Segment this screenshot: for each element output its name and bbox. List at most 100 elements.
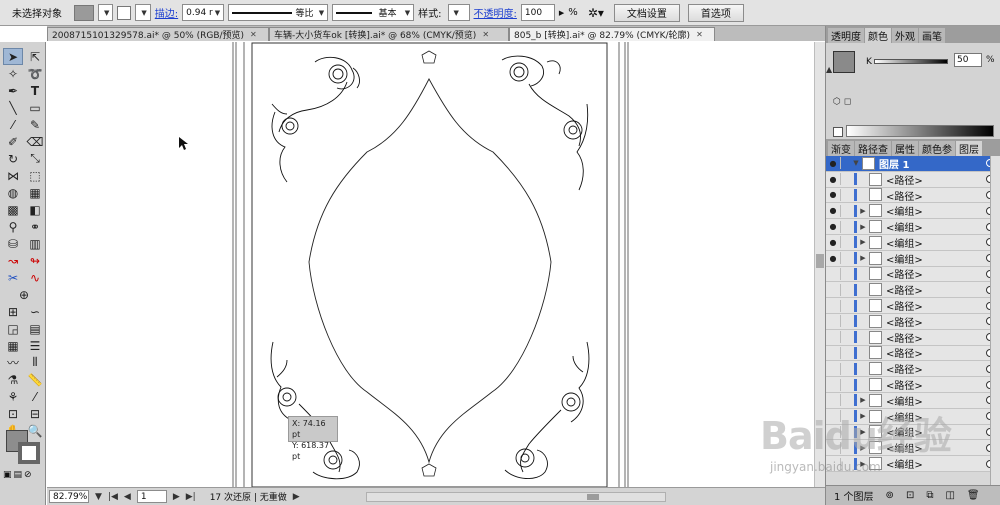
column-graph-icon[interactable]: ▥: [25, 235, 45, 252]
stroke-weight-field[interactable]: 0.94 r ▼: [182, 4, 225, 21]
lock-toggle[interactable]: [840, 394, 850, 407]
tab-pathfinder[interactable]: 路径查: [855, 141, 891, 156]
color-spectrum[interactable]: [846, 125, 994, 137]
visibility-eye-icon[interactable]: ●: [826, 190, 840, 199]
expand-triangle-icon[interactable]: ▶: [857, 254, 869, 262]
tab-transparency[interactable]: 透明度: [828, 28, 864, 43]
layer-row[interactable]: ▶ <编组>: [826, 392, 1000, 409]
expand-triangle-icon[interactable]: ▶: [857, 238, 869, 246]
tab-document-1[interactable]: 20087151013295​78.ai* @ 50% (RGB/预览) ✕: [47, 27, 269, 41]
locate-object-icon[interactable]: ⊚: [886, 490, 894, 501]
document-setup-button[interactable]: 文档设置: [613, 3, 680, 22]
recolor-icon[interactable]: ✲▾: [588, 6, 604, 20]
preferences-button[interactable]: 首选项: [687, 3, 744, 22]
layer-row[interactable]: <路径>: [826, 298, 1000, 314]
layer-row[interactable]: ▶ <编组>: [826, 424, 1000, 441]
free-transform-icon[interactable]: ⬚: [25, 167, 45, 184]
tab-attributes[interactable]: 属性: [892, 141, 918, 156]
expand-triangle-icon[interactable]: ▶: [857, 444, 869, 452]
expand-triangle-icon[interactable]: ▶: [857, 428, 869, 436]
tab-document-3[interactable]: 805_b [转换].ai* @ 82.79% (CMYK/轮廓) ✕: [509, 27, 715, 41]
color-fill-swatch[interactable]: [833, 51, 855, 73]
lock-toggle[interactable]: [840, 299, 850, 312]
scale-tool-icon[interactable]: ⤡: [25, 150, 45, 167]
visibility-eye-icon[interactable]: ●: [826, 238, 840, 247]
align-icon[interactable]: ⊟: [25, 405, 45, 422]
layer-row[interactable]: ● ▶ <编组>: [826, 203, 1000, 220]
columns-icon[interactable]: ⫴: [25, 354, 45, 371]
rectangle-tool-icon[interactable]: ▭: [25, 99, 45, 116]
lock-toggle[interactable]: [840, 173, 850, 186]
tab-gradient[interactable]: 渐变: [828, 141, 854, 156]
close-icon[interactable]: ✕: [482, 30, 489, 39]
draw-normal-icon[interactable]: ⊞: [3, 303, 23, 320]
layer-name[interactable]: <编组>: [886, 456, 986, 471]
lock-toggle[interactable]: [840, 410, 850, 423]
visibility-eye-icon[interactable]: ●: [826, 206, 840, 215]
layer-name[interactable]: <路径>: [886, 266, 986, 281]
stroke-color-box[interactable]: [18, 442, 40, 464]
layer-name[interactable]: <编组>: [886, 219, 986, 234]
selection-tool-icon[interactable]: ➤: [3, 48, 23, 65]
layer-name[interactable]: <路径>: [886, 330, 986, 345]
crop-icon[interactable]: ⊡: [3, 405, 23, 422]
layer-row[interactable]: ▶ <编组>: [826, 456, 1000, 472]
slice-tool-icon[interactable]: ↬: [25, 252, 45, 269]
layer-row[interactable]: <路径>: [826, 266, 1000, 283]
lock-toggle[interactable]: [840, 188, 850, 201]
visibility-eye-icon[interactable]: ●: [826, 222, 840, 231]
tab-layers[interactable]: 图层: [956, 141, 982, 156]
grid-icon[interactable]: ▤: [25, 320, 45, 337]
zoom-dropdown-icon[interactable]: ▼: [95, 492, 102, 502]
lock-toggle[interactable]: [840, 425, 850, 438]
k-value-field[interactable]: 50: [954, 53, 982, 67]
screen-mode-icon[interactable]: ◲: [3, 320, 23, 337]
layer-row[interactable]: ● <路径>: [826, 187, 1000, 204]
layer-name[interactable]: <编组>: [886, 235, 986, 250]
tab-brushes[interactable]: 画笔: [919, 28, 945, 43]
measure-icon[interactable]: 📏: [25, 371, 45, 388]
layer-row[interactable]: <路径>: [826, 361, 1000, 378]
layer-name[interactable]: <路径>: [886, 172, 986, 187]
delete-layer-icon[interactable]: 🗑: [967, 490, 980, 501]
lock-toggle[interactable]: [840, 346, 850, 359]
layer-name[interactable]: 图层 1: [879, 156, 986, 171]
graph-icon[interactable]: ▦: [3, 337, 23, 354]
lock-toggle[interactable]: [840, 362, 850, 375]
wave-icon[interactable]: 〰: [3, 354, 23, 371]
none-mode-icon[interactable]: ⊘: [24, 470, 32, 480]
eyedropper-icon[interactable]: ⚲: [3, 218, 23, 235]
last-page-icon[interactable]: ▶|: [186, 492, 196, 502]
layer-row[interactable]: <路径>: [826, 282, 1000, 299]
slider-knob-icon[interactable]: ▲: [826, 65, 832, 74]
layer-row[interactable]: <路径>: [826, 313, 1000, 330]
expand-triangle-icon[interactable]: ▼: [850, 159, 862, 167]
layer-name[interactable]: <编组>: [886, 393, 986, 408]
h-scroll-thumb[interactable]: [586, 493, 599, 500]
layer-row-top[interactable]: ● ▼ 图层 1: [826, 156, 1000, 172]
tab-color[interactable]: 颜色: [865, 28, 891, 43]
opacity-dropdown-icon[interactable]: ▶: [559, 9, 564, 17]
lock-toggle[interactable]: [840, 315, 850, 328]
artboard-tool-icon[interactable]: ↝: [3, 252, 23, 269]
fill-dropdown[interactable]: ▼: [98, 4, 114, 21]
eraser-icon[interactable]: ⌫: [25, 133, 45, 150]
make-clipping-mask-icon[interactable]: ⊡: [906, 490, 914, 501]
scroll-thumb[interactable]: [816, 254, 824, 268]
out-of-gamut-icon[interactable]: ⬡ ◻: [833, 97, 851, 107]
new-sublayer-icon[interactable]: ⧉: [926, 490, 933, 501]
stroke-dropdown[interactable]: ▼: [135, 4, 151, 21]
visibility-eye-icon[interactable]: ●: [826, 159, 840, 168]
expand-triangle-icon[interactable]: ▶: [857, 396, 869, 404]
status-menu-icon[interactable]: ▶: [293, 492, 300, 502]
symbol-sprayer-icon[interactable]: ⛁: [3, 235, 23, 252]
width-tool-icon[interactable]: ⋈: [3, 167, 23, 184]
page-field[interactable]: 1: [136, 490, 167, 503]
tab-appearance[interactable]: 外观: [892, 28, 918, 43]
blend-tool-icon[interactable]: ⚭: [25, 218, 45, 235]
layer-row[interactable]: ● ▶ <编组>: [826, 250, 1000, 267]
list-icon[interactable]: ☰: [25, 337, 45, 354]
variable-width-profile[interactable]: 等比 ▼: [228, 4, 329, 21]
pen-tool-icon[interactable]: ✒: [3, 82, 23, 99]
opacity-field[interactable]: 100: [520, 4, 555, 21]
